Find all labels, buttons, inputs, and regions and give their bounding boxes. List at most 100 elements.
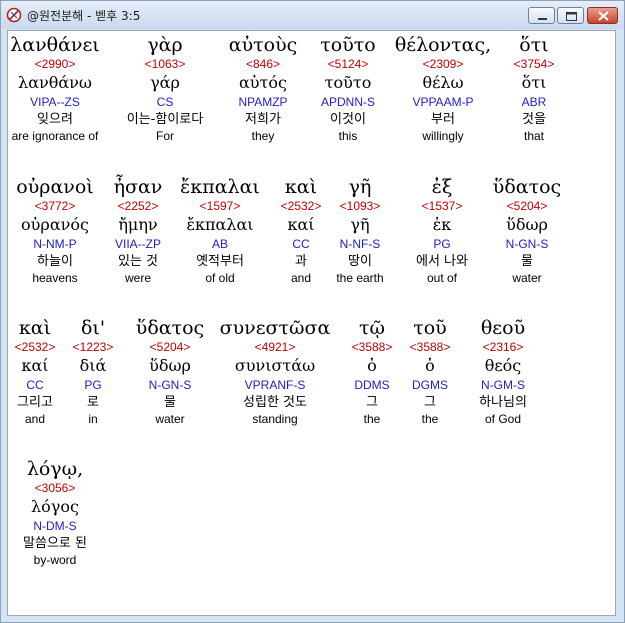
word-korean: 그 [424, 395, 436, 410]
word-block[interactable]: καὶ <2532> καί CC 그리고 and [8, 316, 65, 427]
word-greek: καὶ [18, 317, 52, 339]
word-greek: ἐξ [431, 176, 453, 198]
word-block[interactable]: λανθάνει <2990> λανθάνω VIPA--ZS 잊으려 are igno… [8, 33, 109, 144]
word-greek: οὐρανοὶ [16, 176, 94, 198]
word-lemma: ὁ [367, 356, 377, 375]
word-block[interactable]: συνεστῶσα <4921> συνιστάω VPRANF-S 성립한 것도 sta… [210, 316, 340, 427]
word-strong: <5204> [149, 340, 191, 354]
word-parse: N-GN-S [505, 237, 549, 251]
word-korean: 이는-함이로다 [126, 112, 204, 127]
word-parse: AB [211, 237, 228, 251]
word-block[interactable]: θέλοντας, <2309> θέλω VPPAAM-P 부러 willingly [388, 33, 498, 144]
word-strong: <5124> [327, 57, 369, 71]
word-block[interactable]: τοῦτο <5124> τοῦτο APDNN-S 이것이 this [308, 33, 388, 144]
word-korean: 에서 나와 [416, 254, 468, 269]
word-strong: <3754> [513, 57, 555, 71]
word-korean: 잊으려 [37, 112, 73, 127]
word-strong: <2309> [422, 57, 464, 71]
title-bar[interactable]: @원전분해 - 벧후 3:5 [1, 1, 624, 29]
word-block[interactable]: ἐξ <1537> ἐκ PG 에서 나와 out of [397, 175, 487, 286]
word-korean: 부러 [431, 112, 455, 127]
word-strong: <1537> [421, 199, 463, 213]
word-korean: 옛적부터 [196, 254, 244, 269]
word-strong: <1597> [199, 199, 241, 213]
word-strong: <5204> [506, 199, 548, 213]
word-block[interactable]: ἔκπαλαι <1597> ἔκπαλαι AB 옛적부터 of old [165, 175, 275, 286]
word-greek: γῆ [348, 176, 372, 198]
word-block[interactable]: γὰρ <1063> γάρ CS 이는-함이로다 For [115, 33, 215, 144]
word-korean: 하나님의 [479, 395, 527, 410]
word-strong: <1093> [339, 199, 381, 213]
word-parse: VPRANF-S [244, 378, 306, 392]
word-strong: <3772> [34, 199, 76, 213]
word-english: water [155, 412, 185, 426]
word-block[interactable]: τῷ <3588> ὁ DDMS 그 the [337, 316, 407, 427]
word-english: the earth [336, 271, 384, 285]
word-english: by-word [33, 553, 77, 567]
word-strong: <1063> [144, 57, 186, 71]
word-strong: <3588> [351, 340, 393, 354]
word-english: the [421, 412, 439, 426]
word-parse: N-GN-S [148, 378, 192, 392]
word-greek: συνεστῶσα [219, 317, 331, 339]
word-korean: 로 [87, 395, 99, 410]
window-title: @원전분해 - 벧후 3:5 [27, 9, 141, 23]
word-english: and [24, 412, 46, 426]
word-lemma: ὕδωρ [506, 215, 548, 234]
word-strong: <3588> [409, 340, 451, 354]
word-greek: τοῦ [413, 317, 447, 339]
word-parse: N-NM-P [33, 237, 77, 251]
word-english: this [338, 129, 358, 143]
word-block[interactable]: οὐρανοὶ <3772> οὐρανός N-NM-P 하늘이 heavens [10, 175, 100, 286]
word-korean: 그리고 [17, 395, 53, 410]
word-strong: <2990> [34, 57, 76, 71]
word-lemma: ἐκ [432, 215, 452, 234]
word-english: in [88, 412, 98, 426]
word-block[interactable]: αὐτοὺς <846> αὐτός NPAMZP 저희가 they [215, 33, 311, 144]
word-parse: CC [26, 378, 44, 392]
word-parse: DDMS [354, 378, 390, 392]
close-button[interactable] [587, 7, 618, 24]
word-block[interactable]: δι' <1223> διά PG 로 in [63, 316, 123, 427]
word-lemma: γάρ [150, 73, 180, 92]
word-korean: 하늘이 [37, 254, 73, 269]
word-greek: τοῦτο [320, 34, 376, 56]
word-strong: <2532> [14, 340, 56, 354]
word-strong: <3056> [34, 481, 76, 495]
word-greek: θέλοντας, [394, 34, 492, 56]
word-english: of God [484, 412, 522, 426]
word-block[interactable]: λόγῳ, <3056> λόγος N-DM-S 말씀으로 된 by-word [8, 457, 110, 568]
word-english: are ignorance of [11, 129, 99, 143]
word-greek: λόγῳ, [26, 458, 84, 480]
word-korean: 이것이 [330, 112, 366, 127]
word-block[interactable]: τοῦ <3588> ὁ DGMS 그 the [400, 316, 460, 427]
minimize-button[interactable] [528, 7, 555, 24]
word-greek: ὕδατος [492, 176, 562, 198]
word-greek: λανθάνει [10, 34, 100, 56]
word-strong: <4921> [254, 340, 296, 354]
word-lemma: οὐρανός [21, 215, 89, 234]
word-lemma: ὅτι [521, 73, 547, 92]
word-greek: αὐτοὺς [228, 34, 298, 56]
word-lemma: λόγος [31, 497, 79, 516]
maximize-button[interactable] [557, 7, 584, 24]
word-lemma: ἔκπαλαι [186, 215, 254, 234]
word-block[interactable]: ὅτι <3754> ὅτι ABR 것을 that [499, 33, 569, 144]
word-block[interactable]: ὕδατος <5204> ὕδωρ N-GN-S 물 water [125, 316, 215, 427]
word-korean: 그 [366, 395, 378, 410]
word-parse: DGMS [412, 378, 448, 392]
word-block[interactable]: γῆ <1093> γῆ N-NF-S 땅이 the earth [320, 175, 400, 286]
word-greek: γὰρ [147, 34, 183, 56]
word-lemma: γῆ [350, 215, 370, 234]
word-korean: 물 [521, 254, 533, 269]
word-korean: 말씀으로 된 [23, 536, 87, 551]
word-block[interactable]: θεοῦ <2316> θεός N-GM-S 하나님의 of God [463, 316, 543, 427]
word-lemma: ὕδωρ [149, 356, 191, 375]
interlinear-view[interactable]: λανθάνει <2990> λανθάνω VIPA--ZS 잊으려 are igno… [7, 30, 616, 616]
word-block[interactable]: ὕδατος <5204> ὕδωρ N-GN-S 물 water [477, 175, 577, 286]
word-korean: 땅이 [348, 254, 372, 269]
word-parse: VIPA--ZS [30, 95, 80, 109]
word-english: heavens [32, 271, 78, 285]
word-lemma: τοῦτο [324, 73, 372, 92]
word-strong: <846> [245, 57, 281, 71]
